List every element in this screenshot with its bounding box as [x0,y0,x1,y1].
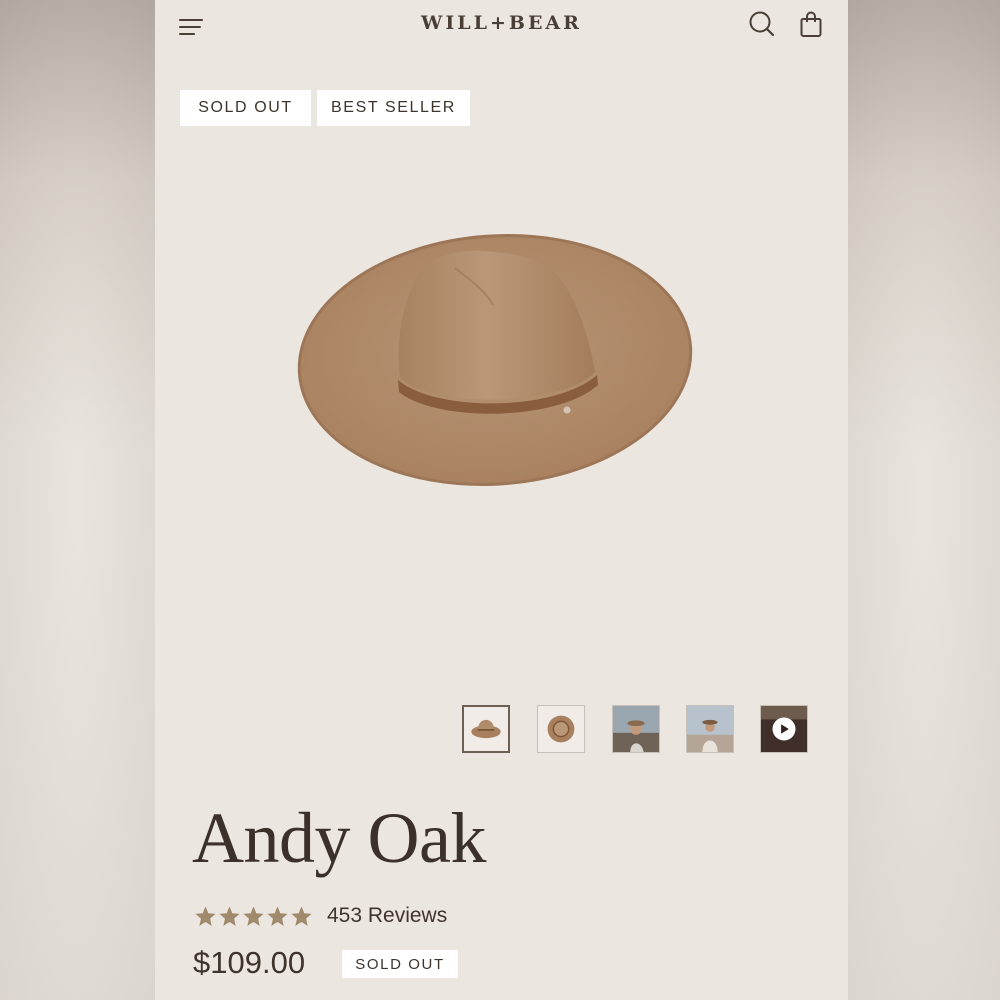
product-title: Andy Oak [192,798,486,878]
star-rating [194,905,313,928]
thumbnail-model-photo-1[interactable] [612,705,660,753]
star-icon [219,905,240,926]
thumbnail-video[interactable] [760,705,808,753]
reviews-link[interactable]: 453 Reviews [327,904,447,928]
rating-summary[interactable]: 453 Reviews [194,901,447,931]
header: WILL+BEAR [155,0,848,50]
best-seller-badge: BEST SELLER [317,90,470,126]
hat-product-photo[interactable] [285,230,705,510]
shopping-bag-icon[interactable] [799,10,823,38]
thumbnail-hat-side-view[interactable] [462,705,510,753]
thumbnail-hat-top-view[interactable] [537,705,585,753]
star-icon [243,905,264,926]
brand-logo[interactable]: WILL+BEAR [155,12,848,34]
background-shade-right [848,0,1000,1000]
product-page: WILL+BEAR SOLD OUT BEST SELLER Andy Oak … [155,0,848,1000]
product-price: $109.00 [193,945,306,980]
sold-out-status-badge: SOLD OUT [342,950,458,978]
star-icon [195,905,216,926]
background-shade-left [0,0,155,1000]
search-icon[interactable] [749,10,775,38]
sold-out-badge: SOLD OUT [180,90,311,126]
star-icon [291,905,312,926]
star-icon [267,905,288,926]
thumbnail-model-photo-2[interactable] [686,705,734,753]
